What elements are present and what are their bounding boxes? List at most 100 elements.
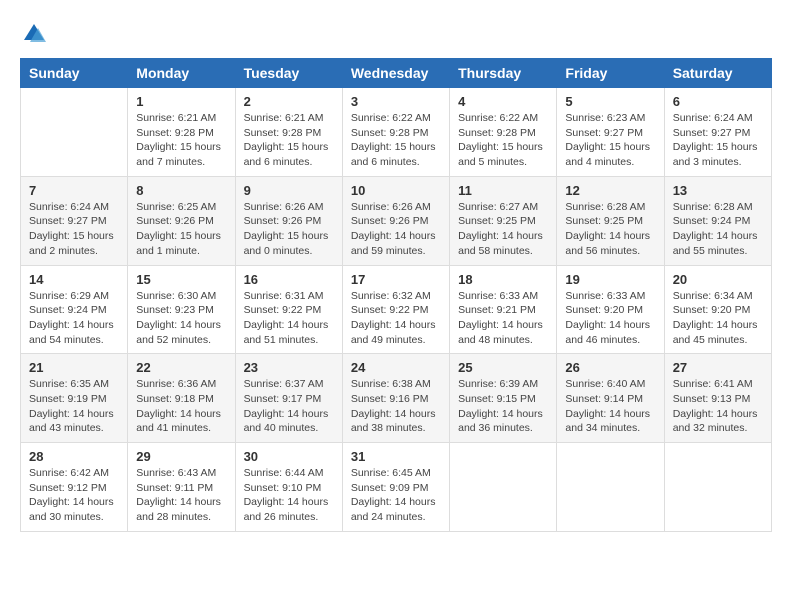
logo	[20, 20, 52, 48]
day-number: 26	[565, 360, 655, 375]
calendar-cell: 13 Sunrise: 6:28 AM Sunset: 9:24 PM Dayli…	[664, 176, 771, 265]
day-info: Sunrise: 6:35 AM Sunset: 9:19 PM Dayligh…	[29, 377, 119, 436]
calendar-cell: 12Sunrise: 6:28 AM Sunset: 9:25 PM Dayli…	[557, 176, 664, 265]
calendar-week-1: 1Sunrise: 6:21 AM Sunset: 9:28 PM Daylig…	[21, 88, 772, 177]
day-info: Sunrise: 6:24 AM Sunset: 9:27 PM Dayligh…	[29, 200, 119, 259]
calendar-body: 1Sunrise: 6:21 AM Sunset: 9:28 PM Daylig…	[21, 88, 772, 532]
calendar-cell: 6 Sunrise: 6:24 AM Sunset: 9:27 PM Daylig…	[664, 88, 771, 177]
day-info: Sunrise: 6:24 AM Sunset: 9:27 PM Dayligh…	[673, 111, 763, 170]
day-info: Sunrise: 6:27 AM Sunset: 9:25 PM Dayligh…	[458, 200, 548, 259]
calendar-cell: 26 Sunrise: 6:40 AM Sunset: 9:14 PM Dayli…	[557, 354, 664, 443]
day-number: 17	[351, 272, 441, 287]
calendar-cell	[21, 88, 128, 177]
weekday-header-tuesday: Tuesday	[235, 59, 342, 88]
calendar-week-4: 21 Sunrise: 6:35 AM Sunset: 9:19 PM Dayli…	[21, 354, 772, 443]
calendar-week-3: 14 Sunrise: 6:29 AM Sunset: 9:24 PM Dayli…	[21, 265, 772, 354]
day-number: 10	[351, 183, 441, 198]
day-info: Sunrise: 6:26 AM Sunset: 9:26 PM Dayligh…	[244, 200, 334, 259]
day-number: 19	[565, 272, 655, 287]
day-number: 31	[351, 449, 441, 464]
day-number: 3	[351, 94, 441, 109]
day-info: Sunrise: 6:21 AM Sunset: 9:28 PM Dayligh…	[244, 111, 334, 170]
calendar-cell: 8Sunrise: 6:25 AM Sunset: 9:26 PM Daylig…	[128, 176, 235, 265]
day-number: 6	[673, 94, 763, 109]
day-number: 25	[458, 360, 548, 375]
day-number: 7	[29, 183, 119, 198]
day-number: 21	[29, 360, 119, 375]
calendar-header: SundayMondayTuesdayWednesdayThursdayFrid…	[21, 59, 772, 88]
day-number: 24	[351, 360, 441, 375]
calendar-cell: 22 Sunrise: 6:36 AM Sunset: 9:18 PM Dayli…	[128, 354, 235, 443]
calendar-cell: 15Sunrise: 6:30 AM Sunset: 9:23 PM Dayli…	[128, 265, 235, 354]
day-info: Sunrise: 6:22 AM Sunset: 9:28 PM Dayligh…	[458, 111, 548, 170]
calendar-cell: 7 Sunrise: 6:24 AM Sunset: 9:27 PM Daylig…	[21, 176, 128, 265]
calendar-cell: 5 Sunrise: 6:23 AM Sunset: 9:27 PM Daylig…	[557, 88, 664, 177]
day-number: 5	[565, 94, 655, 109]
day-number: 20	[673, 272, 763, 287]
day-number: 28	[29, 449, 119, 464]
calendar-cell: 27 Sunrise: 6:41 AM Sunset: 9:13 PM Dayli…	[664, 354, 771, 443]
day-info: Sunrise: 6:29 AM Sunset: 9:24 PM Dayligh…	[29, 289, 119, 348]
day-number: 8	[136, 183, 226, 198]
calendar-cell: 20 Sunrise: 6:34 AM Sunset: 9:20 PM Dayli…	[664, 265, 771, 354]
day-number: 14	[29, 272, 119, 287]
day-info: Sunrise: 6:26 AM Sunset: 9:26 PM Dayligh…	[351, 200, 441, 259]
header	[20, 20, 772, 48]
calendar: SundayMondayTuesdayWednesdayThursdayFrid…	[20, 58, 772, 532]
day-number: 23	[244, 360, 334, 375]
day-number: 18	[458, 272, 548, 287]
day-info: Sunrise: 6:32 AM Sunset: 9:22 PM Dayligh…	[351, 289, 441, 348]
day-info: Sunrise: 6:45 AM Sunset: 9:09 PM Dayligh…	[351, 466, 441, 525]
calendar-cell: 19Sunrise: 6:33 AM Sunset: 9:20 PM Dayli…	[557, 265, 664, 354]
calendar-cell: 1Sunrise: 6:21 AM Sunset: 9:28 PM Daylig…	[128, 88, 235, 177]
day-number: 30	[244, 449, 334, 464]
calendar-cell: 10 Sunrise: 6:26 AM Sunset: 9:26 PM Dayli…	[342, 176, 449, 265]
weekday-header-sunday: Sunday	[21, 59, 128, 88]
calendar-cell: 14 Sunrise: 6:29 AM Sunset: 9:24 PM Dayli…	[21, 265, 128, 354]
day-info: Sunrise: 6:43 AM Sunset: 9:11 PM Dayligh…	[136, 466, 226, 525]
day-info: Sunrise: 6:28 AM Sunset: 9:24 PM Dayligh…	[673, 200, 763, 259]
day-info: Sunrise: 6:28 AM Sunset: 9:25 PM Dayligh…	[565, 200, 655, 259]
day-info: Sunrise: 6:39 AM Sunset: 9:15 PM Dayligh…	[458, 377, 548, 436]
weekday-header-saturday: Saturday	[664, 59, 771, 88]
calendar-cell: 11 Sunrise: 6:27 AM Sunset: 9:25 PM Dayli…	[450, 176, 557, 265]
day-info: Sunrise: 6:31 AM Sunset: 9:22 PM Dayligh…	[244, 289, 334, 348]
calendar-cell: 9 Sunrise: 6:26 AM Sunset: 9:26 PM Daylig…	[235, 176, 342, 265]
calendar-cell: 18 Sunrise: 6:33 AM Sunset: 9:21 PM Dayli…	[450, 265, 557, 354]
calendar-cell: 28 Sunrise: 6:42 AM Sunset: 9:12 PM Dayli…	[21, 443, 128, 532]
calendar-cell	[557, 443, 664, 532]
calendar-cell: 31 Sunrise: 6:45 AM Sunset: 9:09 PM Dayli…	[342, 443, 449, 532]
calendar-cell: 23Sunrise: 6:37 AM Sunset: 9:17 PM Dayli…	[235, 354, 342, 443]
weekday-header-monday: Monday	[128, 59, 235, 88]
day-info: Sunrise: 6:23 AM Sunset: 9:27 PM Dayligh…	[565, 111, 655, 170]
day-number: 4	[458, 94, 548, 109]
day-number: 9	[244, 183, 334, 198]
day-info: Sunrise: 6:30 AM Sunset: 9:23 PM Dayligh…	[136, 289, 226, 348]
calendar-week-5: 28 Sunrise: 6:42 AM Sunset: 9:12 PM Dayli…	[21, 443, 772, 532]
calendar-cell: 21 Sunrise: 6:35 AM Sunset: 9:19 PM Dayli…	[21, 354, 128, 443]
day-number: 27	[673, 360, 763, 375]
day-info: Sunrise: 6:44 AM Sunset: 9:10 PM Dayligh…	[244, 466, 334, 525]
weekday-header-row: SundayMondayTuesdayWednesdayThursdayFrid…	[21, 59, 772, 88]
day-info: Sunrise: 6:40 AM Sunset: 9:14 PM Dayligh…	[565, 377, 655, 436]
calendar-cell: 17 Sunrise: 6:32 AM Sunset: 9:22 PM Dayli…	[342, 265, 449, 354]
calendar-cell: 3Sunrise: 6:22 AM Sunset: 9:28 PM Daylig…	[342, 88, 449, 177]
day-info: Sunrise: 6:34 AM Sunset: 9:20 PM Dayligh…	[673, 289, 763, 348]
day-number: 22	[136, 360, 226, 375]
logo-icon	[20, 20, 48, 48]
day-number: 2	[244, 94, 334, 109]
calendar-week-2: 7 Sunrise: 6:24 AM Sunset: 9:27 PM Daylig…	[21, 176, 772, 265]
day-info: Sunrise: 6:36 AM Sunset: 9:18 PM Dayligh…	[136, 377, 226, 436]
day-info: Sunrise: 6:33 AM Sunset: 9:21 PM Dayligh…	[458, 289, 548, 348]
day-info: Sunrise: 6:38 AM Sunset: 9:16 PM Dayligh…	[351, 377, 441, 436]
day-number: 16	[244, 272, 334, 287]
calendar-cell: 4 Sunrise: 6:22 AM Sunset: 9:28 PM Daylig…	[450, 88, 557, 177]
day-number: 13	[673, 183, 763, 198]
weekday-header-friday: Friday	[557, 59, 664, 88]
day-info: Sunrise: 6:41 AM Sunset: 9:13 PM Dayligh…	[673, 377, 763, 436]
calendar-cell: 25 Sunrise: 6:39 AM Sunset: 9:15 PM Dayli…	[450, 354, 557, 443]
day-number: 11	[458, 183, 548, 198]
calendar-cell: 30 Sunrise: 6:44 AM Sunset: 9:10 PM Dayli…	[235, 443, 342, 532]
calendar-cell: 29Sunrise: 6:43 AM Sunset: 9:11 PM Dayli…	[128, 443, 235, 532]
day-info: Sunrise: 6:42 AM Sunset: 9:12 PM Dayligh…	[29, 466, 119, 525]
